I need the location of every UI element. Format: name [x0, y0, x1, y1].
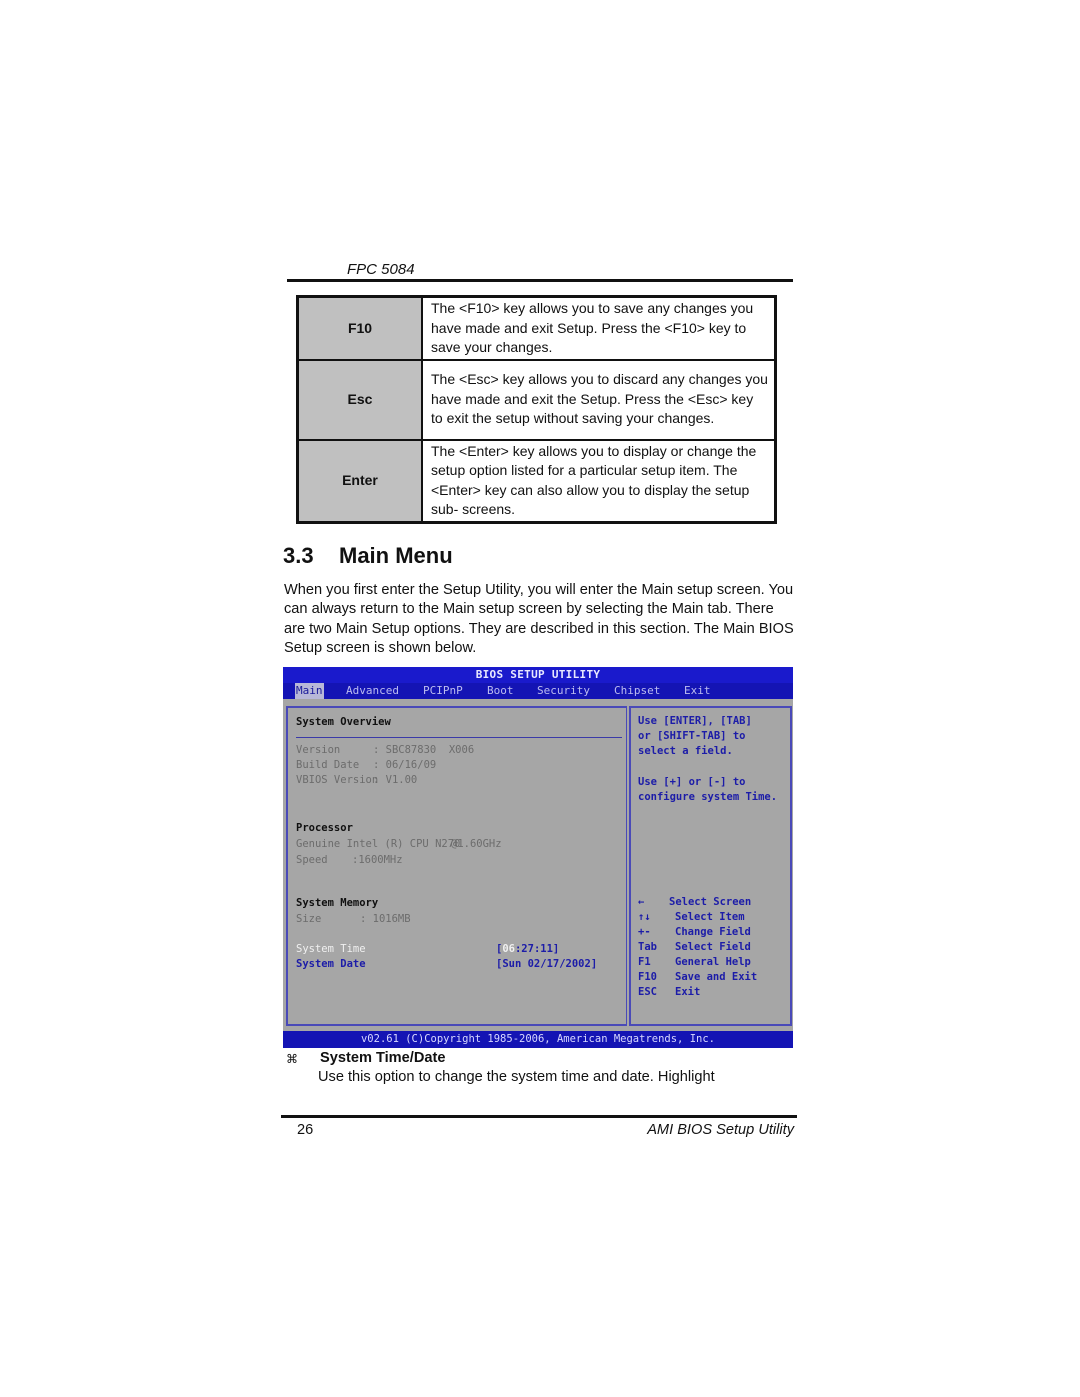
- memory-heading: System Memory: [296, 897, 379, 909]
- overview-heading: System Overview: [296, 716, 391, 728]
- system-date-field[interactable]: [Sun 02/17/2002]: [496, 957, 597, 972]
- build-date-value: : 06/16/09: [373, 759, 437, 771]
- nav-key: F1: [638, 956, 651, 968]
- key-cell: F10: [296, 295, 423, 361]
- nav-action: Change Field: [675, 926, 751, 938]
- intro-paragraph: When you first enter the Setup Utility, …: [284, 582, 794, 657]
- tab-pcipnp[interactable]: PCIPnP: [423, 683, 463, 699]
- vbios-label: VBIOS Version: [296, 774, 379, 786]
- system-time-rest: :27:11]: [514, 943, 560, 955]
- memory-size-value: : 1016MB: [360, 913, 411, 925]
- bios-copyright-bar: v02.61 (C)Copyright 1985-2006, American …: [283, 1031, 793, 1048]
- key-cell: Enter: [296, 438, 423, 523]
- option-description: Use this option to change the system tim…: [318, 1069, 715, 1085]
- overview-divider: [296, 737, 622, 738]
- system-time-hour-highlight[interactable]: 06: [502, 943, 515, 955]
- nav-action: Select Item: [675, 911, 745, 923]
- nav-key: Tab: [638, 941, 657, 953]
- version-value: : SBC87830 X006: [373, 744, 475, 756]
- description-cell: The <F10> key allows you to save any cha…: [421, 295, 777, 361]
- speed-label: Speed: [296, 854, 328, 866]
- tab-chipset[interactable]: Chipset: [614, 683, 660, 699]
- nav-action: Select Field: [675, 941, 751, 953]
- speed-value: :1600MHz: [352, 854, 403, 866]
- tab-advanced[interactable]: Advanced: [346, 683, 399, 699]
- nav-key: ESC: [638, 986, 657, 998]
- bios-menu-bar: Main Advanced PCIPnP Boot Security Chips…: [283, 683, 793, 699]
- nav-key-updown-icon: ↑↓: [638, 911, 651, 923]
- help-line: select a field.: [638, 745, 733, 757]
- tab-boot[interactable]: Boot: [487, 683, 514, 699]
- system-date-label[interactable]: System Date: [296, 957, 366, 972]
- header-rule: [287, 279, 793, 282]
- key-table: F10 The <F10> key allows you to save any…: [296, 295, 777, 524]
- processor-name: Genuine Intel (R) CPU N270: [296, 838, 461, 850]
- section-title: Main Menu: [339, 543, 453, 568]
- processor-frequency: @1.60GHz: [451, 838, 502, 850]
- page-number: 26: [297, 1122, 314, 1138]
- nav-action: Exit: [675, 986, 701, 998]
- table-row: F10 The <F10> key allows you to save any…: [296, 295, 777, 361]
- tab-main[interactable]: Main: [295, 683, 324, 699]
- bios-title-bar: BIOS SETUP UTILITY: [283, 667, 793, 683]
- nav-action: Select Screen: [669, 896, 752, 908]
- option-heading: System Time/Date: [320, 1050, 446, 1066]
- bios-screenshot: BIOS SETUP UTILITY Main Advanced PCIPnP …: [283, 667, 793, 1048]
- processor-heading: Processor: [296, 822, 353, 834]
- help-line: Use [+] or [-] to: [638, 776, 746, 788]
- build-date-label: Build Date: [296, 759, 360, 771]
- help-line: Use [ENTER], [TAB]: [638, 715, 752, 727]
- memory-size-label: Size: [296, 913, 322, 925]
- version-label: Version: [296, 744, 341, 756]
- nav-action: Save and Exit: [675, 971, 758, 983]
- table-row: Esc The <Esc> key allows you to discard …: [296, 358, 777, 441]
- tab-exit[interactable]: Exit: [684, 683, 711, 699]
- section-heading: 3.3 Main Menu: [283, 543, 453, 569]
- nav-key: F10: [638, 971, 657, 983]
- system-time-label[interactable]: System Time: [296, 942, 366, 957]
- vbios-value: : V1.00: [373, 774, 418, 786]
- description-cell: The <Esc> key allows you to discard any …: [421, 358, 777, 441]
- footer-rule: [281, 1115, 797, 1118]
- key-cell: Esc: [296, 358, 423, 441]
- nav-action: General Help: [675, 956, 751, 968]
- running-header: FPC 5084: [347, 261, 415, 278]
- system-time-field[interactable]: [06:27:11]: [496, 942, 559, 957]
- nav-key-arrow-icon: ←: [638, 896, 645, 908]
- command-bullet-icon: ⌘: [286, 1052, 298, 1066]
- bios-main-panel: System Overview Version : SBC87830 X006 …: [286, 706, 627, 1026]
- help-line: or [SHIFT-TAB] to: [638, 730, 746, 742]
- nav-key: +-: [638, 926, 651, 938]
- description-cell: The <Enter> key allows you to display or…: [421, 438, 777, 523]
- tab-security[interactable]: Security: [537, 683, 590, 699]
- help-line: configure system Time.: [638, 791, 778, 803]
- section-number: 3.3: [283, 543, 314, 568]
- bios-help-panel: Use [ENTER], [TAB] or [SHIFT-TAB] to sel…: [629, 706, 792, 1026]
- table-row: Enter The <Enter> key allows you to disp…: [296, 438, 777, 523]
- running-footer: AMI BIOS Setup Utility: [647, 1122, 794, 1138]
